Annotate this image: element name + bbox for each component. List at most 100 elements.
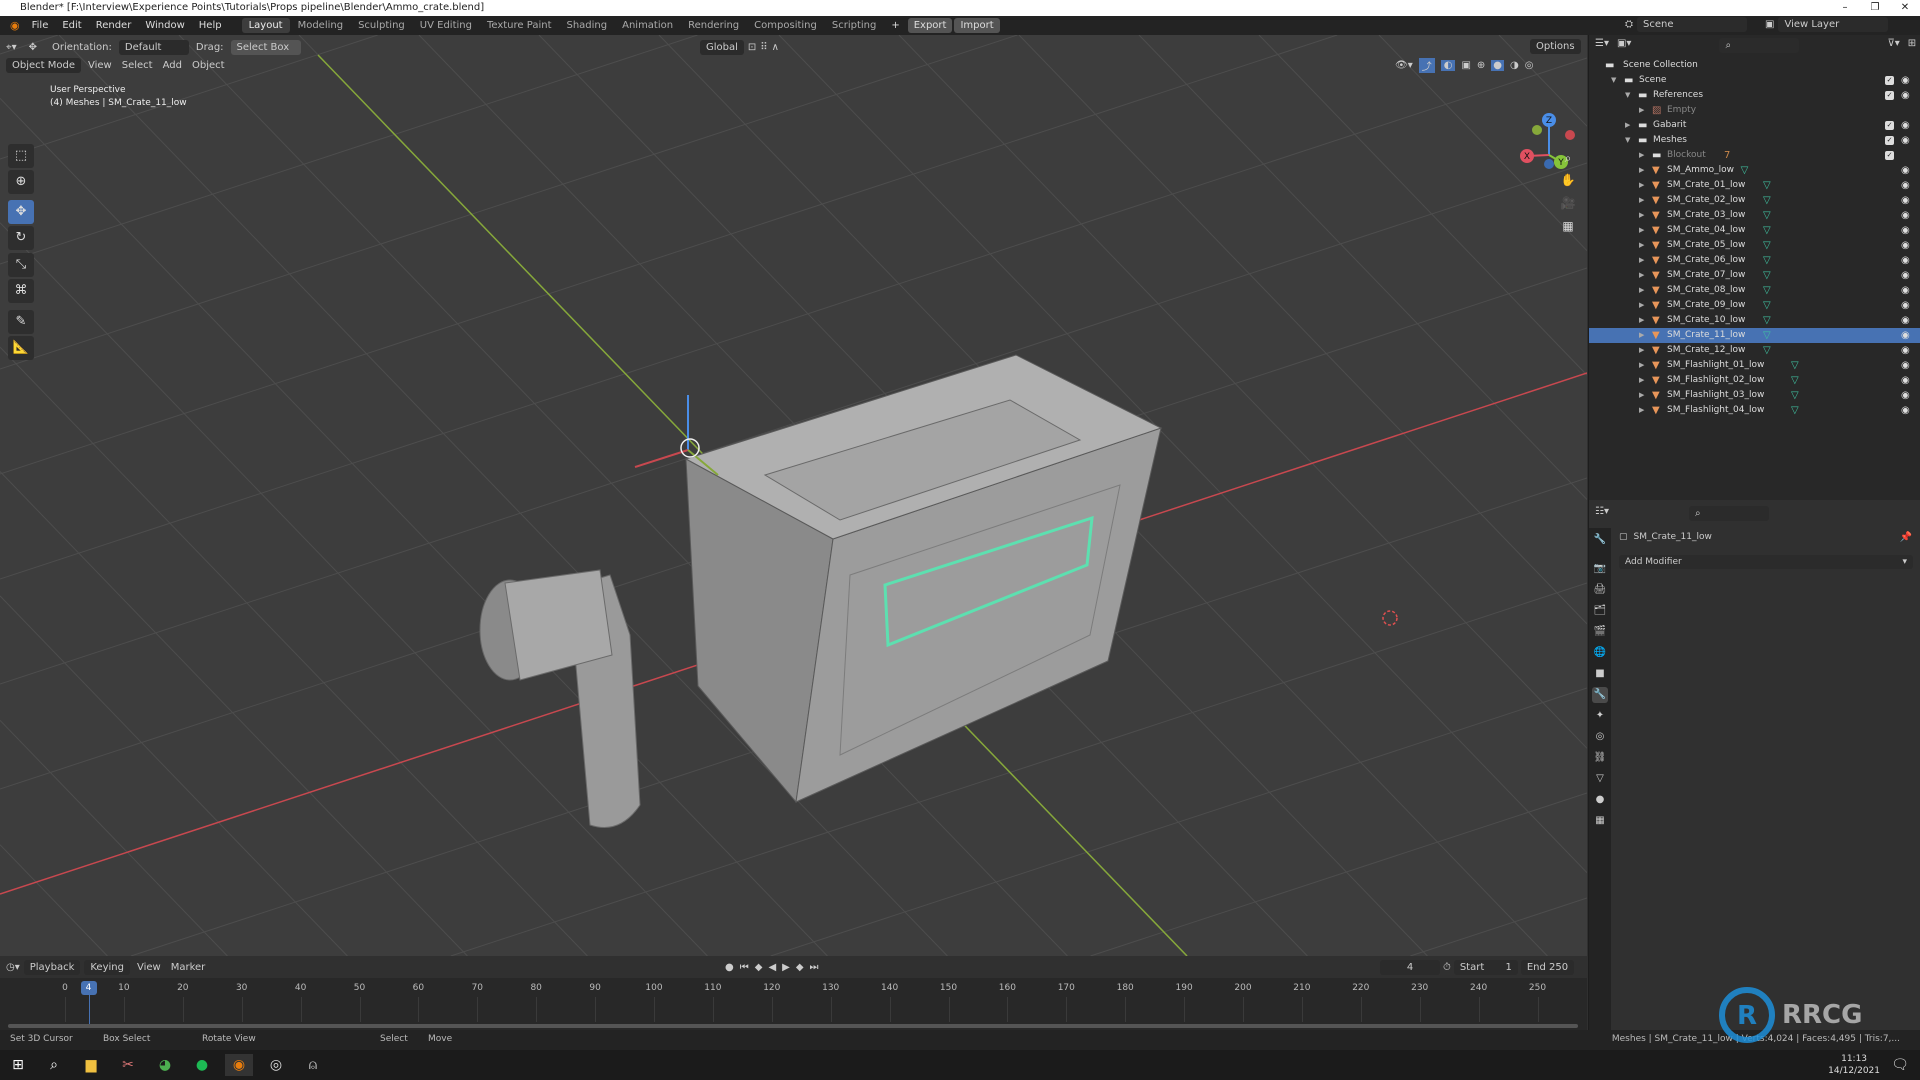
export-button[interactable]: Export [907,18,953,33]
properties-tab-constraints-icon[interactable]: ⛓ [1592,750,1608,766]
options-dropdown[interactable]: Options [1530,39,1581,54]
pan-hand-icon[interactable]: ✋ [1557,169,1579,191]
snipping-tool-icon[interactable]: ✂ [114,1054,142,1076]
properties-tab-modifiers-icon[interactable]: 🔧 [1592,687,1608,703]
camera-view-icon[interactable]: 🎥 [1557,192,1579,214]
expand-right-icon[interactable]: ▶ [1639,238,1644,253]
blender-taskbar-icon[interactable]: ◉ [225,1054,253,1076]
ortho-grid-icon[interactable]: ▦ [1557,215,1579,237]
play-reverse-icon[interactable]: ◀ [768,962,776,973]
menu-window[interactable]: Window [139,18,190,33]
mesh-data-icon[interactable]: ▽ [1791,403,1799,418]
mesh-data-icon[interactable]: ▽ [1791,388,1799,403]
workspace-tab-compositing[interactable]: Compositing [747,18,824,33]
editor-type-icon[interactable]: ⌖▾ [6,42,17,53]
expand-right-icon[interactable]: ▶ [1639,328,1644,343]
filter-icon[interactable]: ⊽▾ [1887,38,1899,53]
expand-right-icon[interactable]: ▶ [1639,403,1644,418]
overlay-toggle-icon[interactable]: ◐ [1440,59,1456,71]
display-mode-icon[interactable]: ☰▾ [1595,38,1609,53]
properties-tab-world-icon[interactable]: 🌐 [1592,645,1608,661]
properties-tab-particles-icon[interactable]: ✦ [1592,708,1608,724]
wireframe-shading-icon[interactable]: ⊕ [1477,60,1485,71]
start-menu-icon[interactable]: ⊞ [4,1054,32,1076]
add-workspace-button[interactable]: + [885,18,905,33]
tool-cursor-icon[interactable]: ⊕ [8,170,34,194]
outliner-row[interactable]: ▶ ▼ SM_Crate_08_low ▽ ◉ [1589,283,1920,298]
viewport-scene[interactable]: ZXY [0,35,1587,956]
outliner-row-scene-collection[interactable]: ▬ Scene Collection [1589,58,1920,73]
zoom-icon[interactable]: ⌕ [1557,147,1579,169]
expand-right-icon[interactable]: ▶ [1625,118,1630,133]
outliner-row[interactable]: ▼ ▬ Meshes ✓ ◉ [1589,133,1920,148]
eye-icon[interactable]: ◉ [1901,343,1910,358]
close-button[interactable]: ✕ [1890,0,1920,16]
expand-right-icon[interactable]: ▶ [1639,268,1644,283]
properties-tab-render-icon[interactable]: 📷 [1592,561,1608,577]
expand-down-icon[interactable]: ▼ [1625,88,1630,103]
outliner-row[interactable]: ▶ ▼ SM_Crate_10_low ▽ ◉ [1589,313,1920,328]
workspace-tab-scripting[interactable]: Scripting [825,18,883,33]
workspace-tab-modeling[interactable]: Modeling [291,18,351,33]
eye-icon[interactable]: ◉ [1901,313,1910,328]
mesh-data-icon[interactable]: ▽ [1763,313,1771,328]
properties-tab-output-icon[interactable]: 🖨 [1592,582,1608,598]
outliner-row[interactable]: ▶ ▼ SM_Crate_06_low ▽ ◉ [1589,253,1920,268]
expand-right-icon[interactable]: ▶ [1639,373,1644,388]
chrome-icon[interactable]: ◕ [151,1054,179,1076]
outliner-row[interactable]: ▶ ▼ SM_Flashlight_01_low ▽ ◉ [1589,358,1920,373]
eye-icon[interactable]: ◉ [1901,133,1910,148]
tool-select-box-icon[interactable]: ⬚ [8,144,34,168]
jump-end-icon[interactable]: ⏭ [810,962,819,973]
mesh-data-icon[interactable]: ▽ [1763,193,1771,208]
properties-tab-scene-icon[interactable]: 🎬 [1592,624,1608,640]
mesh-data-icon[interactable]: ▽ [1791,373,1799,388]
transform-orientation-dropdown[interactable]: Global [700,39,744,55]
outliner-row[interactable]: ▶ ▼ SM_Flashlight_03_low ▽ ◉ [1589,388,1920,403]
3d-viewport[interactable]: ZXY ⌖▾ ✥ Orientation: Default Drag: Sele… [0,35,1587,956]
file-explorer-icon[interactable]: ▆ [77,1054,105,1076]
outliner-row[interactable]: ▶ ▼ SM_Flashlight_04_low ▽ ◉ [1589,403,1920,418]
expand-right-icon[interactable]: ▶ [1639,253,1644,268]
outliner-row[interactable]: ▶ ▼ SM_Crate_04_low ▽ ◉ [1589,223,1920,238]
expand-right-icon[interactable]: ▶ [1639,178,1644,193]
viewport-menu-select[interactable]: Select [119,60,156,71]
pin-icon[interactable]: 📌 [1900,532,1912,543]
viewport-menu-add[interactable]: Add [160,60,185,71]
expand-right-icon[interactable]: ▶ [1639,343,1644,358]
mesh-data-icon[interactable]: ▽ [1763,223,1771,238]
outliner-row[interactable]: ▶ ▼ SM_Crate_12_low ▽ ◉ [1589,343,1920,358]
workspace-tab-shading[interactable]: Shading [559,18,614,33]
keying-menu[interactable]: Keying [84,959,130,975]
outliner-search-input[interactable]: ⌕ [1719,38,1800,53]
expand-down-icon[interactable]: ▼ [1611,73,1616,88]
notifications-icon[interactable]: 🗨 [1886,1054,1914,1076]
eye-icon[interactable]: ◉ [1901,163,1910,178]
jump-start-icon[interactable]: ⏮ [740,962,749,973]
current-frame-field[interactable]: 4 [1380,959,1440,975]
eye-icon[interactable]: ◉ [1901,403,1910,418]
expand-right-icon[interactable]: ▶ [1639,298,1644,313]
rendered-shading-icon[interactable]: ◎ [1525,60,1534,71]
outliner-row[interactable]: ▶ ▼ SM_Crate_05_low ▽ ◉ [1589,238,1920,253]
transform-tool-icon[interactable]: ✥ [29,42,37,53]
eye-icon[interactable]: ◉ [1901,223,1910,238]
expand-down-icon[interactable]: ▼ [1625,133,1630,148]
outliner-row[interactable]: ▼ ▬ References ✓ ◉ [1589,88,1920,103]
expand-right-icon[interactable]: ▶ [1639,103,1644,118]
workspace-tab-layout[interactable]: Layout [241,18,290,33]
eye-icon[interactable]: ◉ [1901,268,1910,283]
app-icon[interactable]: ⍝ [299,1054,327,1076]
clock-time[interactable]: 11:13 [1828,1053,1880,1065]
orientation-dropdown[interactable]: Default [118,39,189,55]
mesh-data-icon[interactable]: ▽ [1763,253,1771,268]
record-icon[interactable]: ● [725,962,734,973]
expand-right-icon[interactable]: ▶ [1639,313,1644,328]
pivot-icon[interactable]: ⊡ [748,42,756,53]
exclude-checkbox[interactable]: ✓ [1885,151,1894,160]
spotify-icon[interactable]: ● [188,1054,216,1076]
expand-right-icon[interactable]: ▶ [1639,388,1644,403]
xray-icon[interactable]: ▣ [1461,60,1470,71]
outliner-row[interactable]: ▶ ▬ Gabarit ✓ ◉ [1589,118,1920,133]
eye-icon[interactable]: ◉ [1901,388,1910,403]
